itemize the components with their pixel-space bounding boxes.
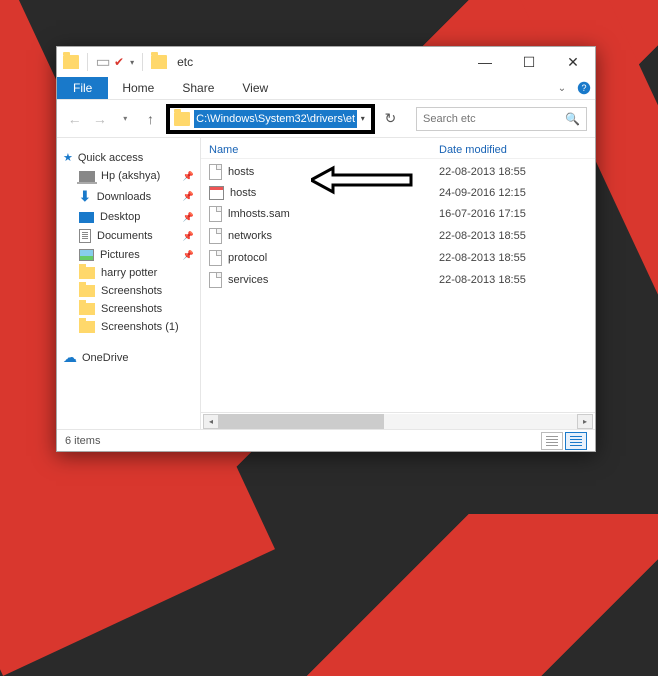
pin-icon: 📌 xyxy=(183,250,194,261)
search-box[interactable]: 🔍 xyxy=(416,107,587,131)
help-icon[interactable]: ? xyxy=(573,77,595,99)
minimize-button[interactable]: ― xyxy=(463,48,507,76)
sidebar-item-desktop[interactable]: Desktop📌 xyxy=(61,208,196,226)
sidebar-item-screenshots[interactable]: Screenshots xyxy=(61,300,196,318)
window-title: etc xyxy=(177,55,193,69)
qat-properties-icon[interactable]: ▭ xyxy=(96,55,110,69)
search-input[interactable] xyxy=(423,113,565,125)
explorer-window: ▭ ✔ ▾ etc ― ☐ ✕ File Home Share View ⌄ ?… xyxy=(56,46,596,452)
onedrive-label: OneDrive xyxy=(82,352,128,364)
file-row[interactable]: services22-08-2013 18:55 xyxy=(209,269,587,291)
file-icon xyxy=(209,206,222,222)
pin-icon: 📌 xyxy=(183,231,194,242)
status-bar: 6 items xyxy=(57,429,595,451)
folder-icon xyxy=(79,267,95,279)
maximize-button[interactable]: ☐ xyxy=(507,48,551,76)
sidebar-item-hp[interactable]: Hp (akshya)📌 xyxy=(61,167,196,185)
desktop-icon xyxy=(79,212,94,223)
item-count: 6 items xyxy=(65,435,100,447)
sidebar-item-pictures[interactable]: Pictures📌 xyxy=(61,246,196,264)
download-icon: ⬇ xyxy=(79,188,91,205)
refresh-button[interactable]: ↻ xyxy=(381,108,400,130)
file-row[interactable]: lmhosts.sam16-07-2016 17:15 xyxy=(209,203,587,225)
file-menu[interactable]: File xyxy=(57,77,108,99)
app-folder-icon xyxy=(63,55,79,69)
sidebar-item-screenshots-1[interactable]: Screenshots (1) xyxy=(61,318,196,336)
column-headers: Name Date modified xyxy=(201,138,595,159)
scroll-right-button[interactable]: ▸ xyxy=(577,414,593,429)
quick-access-label: Quick access xyxy=(78,152,143,164)
ribbon: File Home Share View ⌄ ? xyxy=(57,77,595,100)
star-icon: ★ xyxy=(63,151,73,164)
sidebar-item-screenshots[interactable]: Screenshots xyxy=(61,282,196,300)
scroll-left-button[interactable]: ◂ xyxy=(203,414,219,429)
navigation-bar: ← → ▾ ↑ ▾ ↻ 🔍 xyxy=(57,100,595,138)
location-folder-icon xyxy=(151,55,167,69)
laptop-icon xyxy=(79,171,95,182)
svg-text:?: ? xyxy=(581,83,586,93)
pin-icon: 📌 xyxy=(183,171,194,182)
pin-icon: 📌 xyxy=(183,191,194,202)
file-icon xyxy=(209,250,222,266)
view-details-button[interactable] xyxy=(541,432,563,450)
address-dropdown-icon[interactable]: ▾ xyxy=(357,114,369,123)
address-bar-highlight: ▾ xyxy=(166,104,375,134)
file-row[interactable]: protocol22-08-2013 18:55 xyxy=(209,247,587,269)
tab-share[interactable]: Share xyxy=(168,77,228,99)
folder-icon xyxy=(79,285,95,297)
sidebar-item-harry-potter[interactable]: harry potter xyxy=(61,264,196,282)
pin-icon: 📌 xyxy=(183,212,194,223)
document-icon xyxy=(79,229,91,243)
sidebar-item-downloads[interactable]: ⬇Downloads📌 xyxy=(61,185,196,208)
file-icon xyxy=(209,272,222,288)
file-icon xyxy=(209,164,222,180)
horizontal-scrollbar[interactable]: ◂ ▸ xyxy=(201,412,595,429)
sidebar-onedrive[interactable]: ☁ OneDrive xyxy=(61,346,196,369)
navigation-pane: ★ Quick access Hp (akshya)📌 ⬇Downloads📌 … xyxy=(57,138,201,429)
qat-dropdown-icon[interactable]: ▾ xyxy=(130,58,134,67)
column-date-modified[interactable]: Date modified xyxy=(439,144,587,156)
table-file-icon xyxy=(209,186,224,200)
tab-view[interactable]: View xyxy=(228,77,282,99)
nav-back-button[interactable]: ← xyxy=(65,108,84,130)
pictures-icon xyxy=(79,249,94,261)
address-input[interactable] xyxy=(194,110,357,128)
folder-icon xyxy=(79,303,95,315)
scroll-track[interactable] xyxy=(219,414,577,429)
tab-home[interactable]: Home xyxy=(108,77,168,99)
nav-forward-button[interactable]: → xyxy=(90,108,109,130)
sidebar-quick-access[interactable]: ★ Quick access xyxy=(61,148,196,167)
file-list: hosts22-08-2013 18:55 hosts24-09-2016 12… xyxy=(201,159,595,412)
view-list-button[interactable] xyxy=(565,432,587,450)
folder-icon xyxy=(79,321,95,333)
column-name[interactable]: Name xyxy=(209,144,439,156)
close-button[interactable]: ✕ xyxy=(551,48,595,76)
nav-history-dropdown[interactable]: ▾ xyxy=(116,108,135,130)
titlebar: ▭ ✔ ▾ etc ― ☐ ✕ xyxy=(57,47,595,77)
address-folder-icon xyxy=(174,112,190,126)
sidebar-item-documents[interactable]: Documents📌 xyxy=(61,226,196,246)
file-icon xyxy=(209,228,222,244)
ribbon-expand-icon[interactable]: ⌄ xyxy=(551,77,573,99)
qat-check-icon[interactable]: ✔ xyxy=(114,55,124,69)
arrow-annotation xyxy=(311,165,421,200)
file-list-pane: Name Date modified hosts22-08-2013 18:55… xyxy=(201,138,595,429)
cloud-icon: ☁ xyxy=(63,349,77,366)
nav-up-button[interactable]: ↑ xyxy=(141,108,160,130)
scroll-thumb[interactable] xyxy=(219,414,384,429)
file-row[interactable]: networks22-08-2013 18:55 xyxy=(209,225,587,247)
search-icon[interactable]: 🔍 xyxy=(565,112,580,126)
